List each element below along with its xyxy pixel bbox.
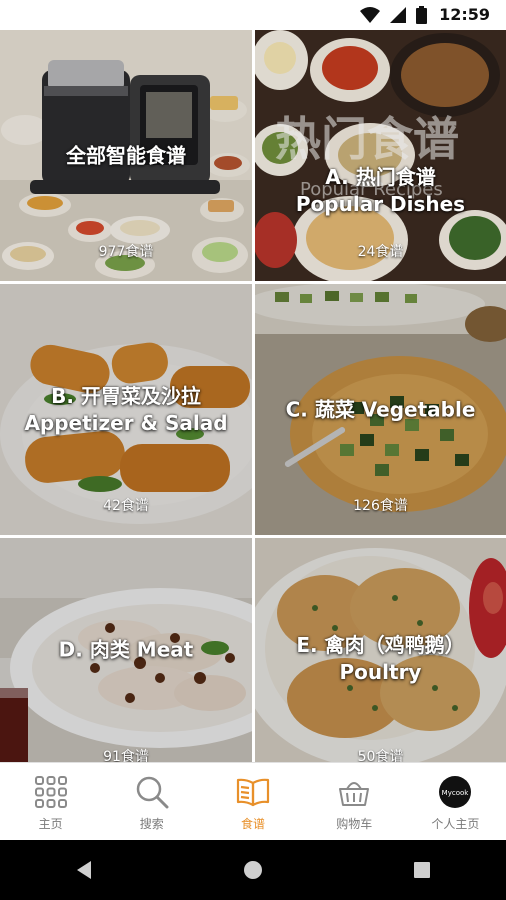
status-time: 12:59 [439,5,490,24]
category-tile-vegetable[interactable]: C. 蔬菜 Vegetable 126食谱 [255,284,506,535]
nav-item-recipes[interactable]: 食谱 [202,763,303,841]
nav-item-home[interactable]: 主页 [0,763,101,841]
bottom-navigation: 主页 搜索 食谱 购物车 Mycook 个人主页 [0,762,506,841]
profile-logo: Mycook [439,776,472,808]
recipe-count: 42食谱 [103,498,149,514]
tile-title: E. 禽肉（鸡鸭鹅） Poultry [296,632,465,684]
category-tile-meat[interactable]: D. 肉类 Meat 91食谱 [0,538,252,762]
nav-label-search: 搜索 [139,817,164,831]
nav-label-profile: 个人主页 [431,817,480,831]
cell-signal-icon [390,6,407,23]
recipe-category-grid: 全部智能食谱 977食谱 热门食谱 Popular Recipes A. 热门食… [0,30,506,762]
status-icons: 12:59 [360,5,490,24]
nav-item-cart[interactable]: 购物车 [304,763,405,841]
basket-icon [339,782,370,806]
system-navigation-bar [0,840,506,900]
recipe-count: 24食谱 [357,244,404,260]
tile-title: D. 肉类 Meat [58,637,194,662]
search-icon [136,776,169,809]
nav-label-home: 主页 [38,817,63,831]
tile-title: C. 蔬菜 Vegetable [285,397,476,421]
back-button[interactable] [64,850,104,890]
category-tile-appetizer[interactable]: B. 开胃菜及沙拉 Appetizer & Salad 42食谱 [0,284,252,535]
home-button[interactable] [233,850,273,890]
tile-title: B. 开胃菜及沙拉 Appetizer & Salad [24,383,228,435]
nav-label-cart: 购物车 [336,817,373,831]
book-icon [236,778,270,807]
nav-item-profile[interactable]: Mycook 个人主页 [405,763,506,841]
tile-title: 全部智能食谱 [66,143,186,167]
home-circle-icon [243,861,262,879]
nav-item-search[interactable]: 搜索 [101,763,202,841]
recents-square-icon [413,862,430,878]
recipe-count: 50食谱 [357,749,404,762]
recipe-count: 977食谱 [98,244,154,260]
status-bar: 12:59 [0,0,506,30]
back-triangle-icon [77,861,92,879]
battery-icon [416,5,428,24]
nav-label-recipes: 食谱 [241,817,266,831]
recipe-count: 91食谱 [103,749,149,762]
category-tile-popular[interactable]: 热门食谱 Popular Recipes A. 热门食谱 Popular Dis… [255,30,506,281]
profile-logo-text: Mycook [442,789,470,797]
recents-button[interactable] [402,850,442,890]
category-tile-all[interactable]: 全部智能食谱 977食谱 [0,30,252,281]
grid-icon [34,776,67,808]
tile-title: A. 热门食谱 Popular Dishes [295,164,466,216]
recipe-count: 126食谱 [353,498,408,514]
category-tile-poultry[interactable]: E. 禽肉（鸡鸭鹅） Poultry 50食谱 [255,538,506,762]
wifi-icon [360,6,381,23]
